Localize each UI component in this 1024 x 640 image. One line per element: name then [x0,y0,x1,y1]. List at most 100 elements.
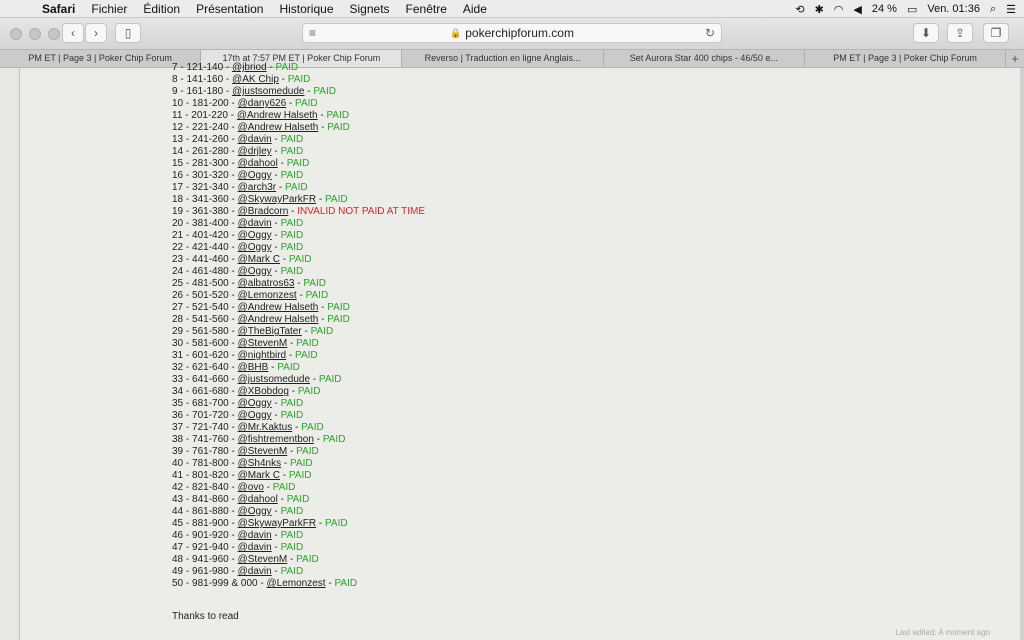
user-mention-link[interactable]: @dahool [238,494,278,505]
minimize-window-icon[interactable] [29,27,41,40]
user-mention-link[interactable]: @Oggy [238,242,272,253]
reader-icon[interactable]: ≡ [309,26,316,40]
user-mention-link[interactable]: @drjley [238,146,272,157]
user-mention-link[interactable]: @Sh4nks [238,458,282,469]
user-mention-link[interactable]: @ovo [238,482,264,493]
user-mention-link[interactable]: @Oggy [238,230,272,241]
list-item: 17 - 321-340 - @arch3r - PAID [172,182,772,194]
user-mention-link[interactable]: @Lemonzest [267,578,326,589]
payment-status: PAID [280,218,304,229]
time-machine-icon[interactable]: ⟲ [795,3,804,16]
slot-range: 8 - 141-160 - [172,74,233,85]
downloads-button[interactable]: ⬇ [913,23,939,43]
notification-center-icon[interactable]: ☰ [1006,3,1016,16]
volume-icon[interactable]: ◀ [853,3,861,16]
user-mention-link[interactable]: @Oggy [238,266,272,277]
slot-range: 28 - 541-560 - [172,314,238,325]
menu-historique[interactable]: Historique [279,2,333,16]
user-mention-link[interactable]: @albatros63 [238,278,295,289]
list-item: 41 - 801-820 - @Mark C - PAID [172,470,772,482]
user-mention-link[interactable]: @dahool [238,158,278,169]
user-mention-link[interactable]: @Oggy [238,398,272,409]
user-mention-link[interactable]: @davin [238,530,272,541]
tab-overview-button[interactable]: ❐ [983,23,1009,43]
forward-button[interactable]: › [85,23,107,43]
slot-range: 34 - 661-680 - [172,386,238,397]
user-mention-link[interactable]: @XBobdog [238,386,289,397]
user-mention-link[interactable]: @Mark C [238,254,280,265]
user-mention-link[interactable]: @fishtrementbon [238,434,314,445]
user-mention-link[interactable]: @StevenM [238,446,288,457]
payment-status: PAID [280,542,304,553]
menu-aide[interactable]: Aide [463,2,487,16]
user-mention-link[interactable]: @davin [238,566,272,577]
slot-range: 37 - 721-740 - [172,422,238,433]
list-item: 16 - 301-320 - @Oggy - PAID [172,170,772,182]
menu-app-name[interactable]: Safari [42,2,75,16]
user-mention-link[interactable]: @Andrew Halseth [238,122,319,133]
address-bar[interactable]: ≡ 🔒 pokerchipforum.com ↻ [302,23,722,43]
last-edited-text: Last edited: A moment ago [895,628,990,637]
slot-range: 10 - 181-200 - [172,98,238,109]
user-mention-link[interactable]: @davin [238,218,272,229]
slot-range: 35 - 681-700 - [172,398,238,409]
bluetooth-icon[interactable]: ✱ [815,3,824,16]
slot-range: 11 - 201-220 - [172,110,237,121]
spotlight-search-icon[interactable]: ⌕ [990,3,996,16]
wifi-icon[interactable]: ◠ [834,3,844,16]
menu-fichier[interactable]: Fichier [91,2,127,16]
user-mention-link[interactable]: @jbriod [232,62,267,73]
menu-signets[interactable]: Signets [350,2,390,16]
user-mention-link[interactable]: @TheBigTater [238,326,302,337]
user-mention-link[interactable]: @BHB [238,362,269,373]
sidebar-toggle-button[interactable]: ▯ [115,23,141,43]
user-mention-link[interactable]: @justsomedude [232,86,304,97]
separator: - [278,74,288,85]
user-mention-link[interactable]: @SkywayParkFR [238,518,317,529]
menubar-status: ⟲ ✱ ◠ ◀ 24 % ▭ Ven. 01:36 ⌕ ☰ [795,0,1016,18]
user-mention-link[interactable]: @justsomedude [238,374,310,385]
user-mention-link[interactable]: @Andrew Halseth [237,110,318,121]
user-mention-link[interactable]: @Lemonzest [238,290,297,301]
menu-presentation[interactable]: Présentation [196,2,263,16]
back-button[interactable]: ‹ [62,23,84,43]
user-mention-link[interactable]: @Andrew Halseth [238,302,319,313]
payment-status: PAID [280,266,304,277]
tab-5[interactable]: PM ET | Page 3 | Poker Chip Forum [805,50,1007,67]
user-mention-link[interactable]: @Oggy [238,506,272,517]
user-mention-link[interactable]: @Andrew Halseth [238,314,319,325]
menu-fenetre[interactable]: Fenêtre [406,2,447,16]
new-tab-button[interactable]: + [1006,50,1024,67]
scrollbar[interactable] [1020,68,1024,640]
user-mention-link[interactable]: @AK Chip [232,74,279,85]
user-mention-link[interactable]: @Oggy [238,410,272,421]
battery-icon[interactable]: ▭ [907,3,917,16]
payment-status: PAID [280,146,304,157]
reload-icon[interactable]: ↻ [705,26,715,40]
slot-range: 16 - 301-320 - [172,170,238,181]
zoom-window-icon[interactable] [48,27,60,40]
user-mention-link[interactable]: @nightbird [238,350,287,361]
user-mention-link[interactable]: @arch3r [238,182,277,193]
user-mention-link[interactable]: @StevenM [238,338,288,349]
user-mention-link[interactable]: @Mr.Kaktus [238,422,293,433]
user-mention-link[interactable]: @SkywayParkFR [238,194,317,205]
user-mention-link[interactable]: @davin [238,542,272,553]
user-mention-link[interactable]: @Oggy [238,170,272,181]
payment-status: PAID [280,566,304,577]
user-mention-link[interactable]: @Bradcorn [238,206,289,217]
user-mention-link[interactable]: @dany626 [238,98,287,109]
payment-status: PAID [280,410,304,421]
user-mention-link[interactable]: @davin [238,134,272,145]
user-mention-link[interactable]: @Mark C [238,470,280,481]
separator: - [271,218,281,229]
close-window-icon[interactable] [10,27,22,40]
clock[interactable]: Ven. 01:36 [927,3,980,15]
share-button[interactable]: ⇪ [947,23,973,43]
user-mention-link[interactable]: @StevenM [238,554,288,565]
slot-range: 44 - 861-880 - [172,506,238,517]
list-item: 32 - 621-640 - @BHB - PAID [172,362,772,374]
separator: - [318,302,328,313]
battery-percent: 24 % [871,3,897,15]
menu-edition[interactable]: Édition [143,2,180,16]
